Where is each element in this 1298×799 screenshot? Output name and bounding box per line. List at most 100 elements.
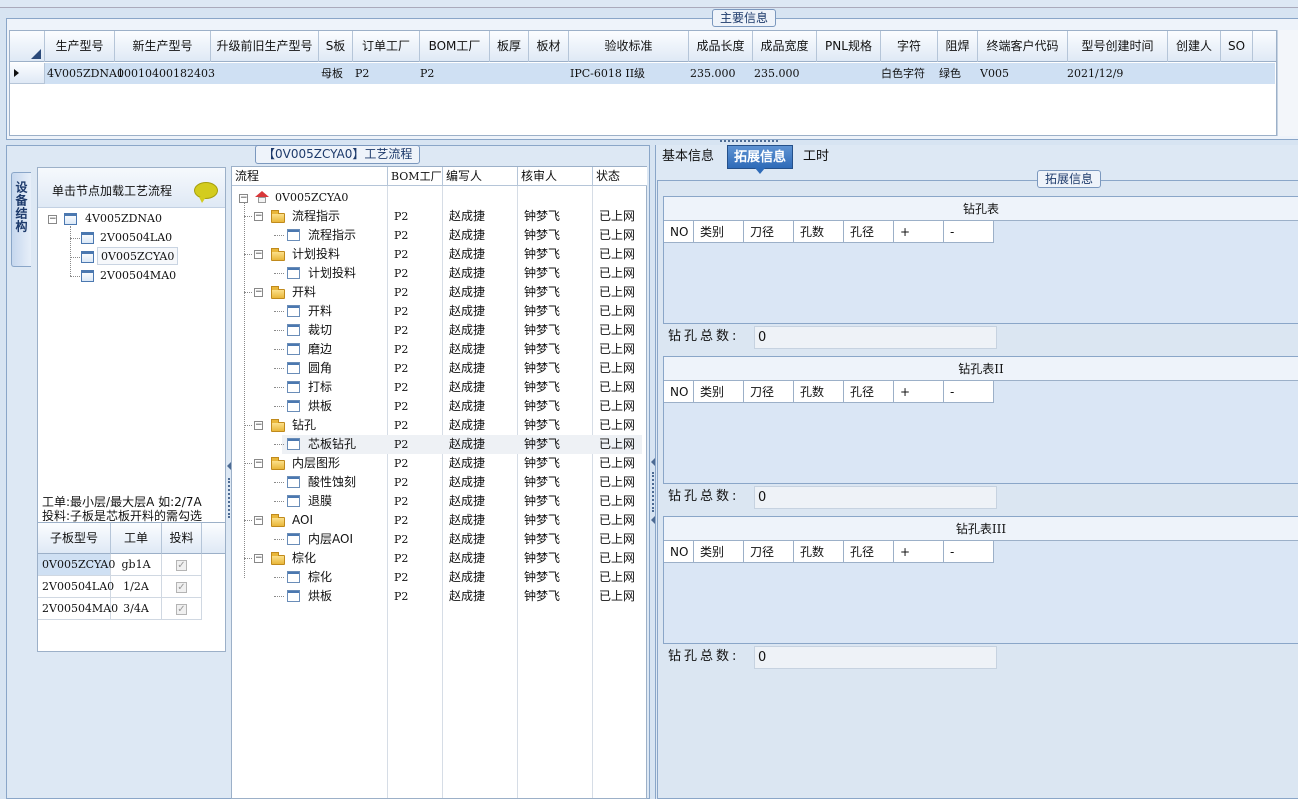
cell-status[interactable]: 已上网 — [599, 530, 635, 549]
cell-bom[interactable]: P2 — [394, 226, 408, 245]
collapse-icon[interactable]: − — [254, 288, 263, 297]
col-creator[interactable]: 创建人 — [1168, 31, 1221, 62]
drill-col-header[interactable]: 孔数 — [794, 541, 844, 563]
cell-bom[interactable]: P2 — [394, 568, 408, 587]
cell-bom[interactable]: P2 — [394, 530, 408, 549]
process-step-group[interactable]: 棕化 — [292, 549, 316, 568]
col-created[interactable]: 型号创建时间 — [1068, 31, 1168, 62]
col-so[interactable]: SO — [1221, 31, 1253, 62]
process-step[interactable]: 烘板 — [308, 587, 332, 606]
process-step[interactable]: 棕化 — [308, 568, 332, 587]
col-mask[interactable]: 阻焊 — [938, 31, 978, 62]
process-step-group[interactable]: 内层图形 — [292, 454, 340, 473]
col-width[interactable]: 成品宽度 — [753, 31, 817, 62]
col-reviewer[interactable]: 核审人 — [518, 167, 593, 186]
cell-status[interactable]: 已上网 — [599, 435, 635, 454]
sub-cell-order[interactable]: gb1A — [111, 554, 162, 576]
tree-node-child[interactable]: 2V00504MA0 — [100, 267, 176, 285]
feed-checkbox[interactable]: ✓ — [176, 560, 187, 571]
col-thickness[interactable]: 板厚 — [490, 31, 529, 62]
cell-writer[interactable]: 赵成捷 — [449, 245, 485, 264]
cell-length[interactable]: 235.000 — [690, 63, 736, 84]
cell-s-board[interactable]: 母板 — [321, 63, 343, 84]
sub-cell-model[interactable]: 2V00504LA0 — [38, 576, 114, 598]
drill-col-header[interactable]: 刀径 — [744, 381, 794, 403]
cell-writer[interactable]: 赵成捷 — [449, 435, 485, 454]
splitter-handle[interactable] — [652, 472, 654, 512]
cell-bom[interactable]: P2 — [394, 340, 408, 359]
drill-col-header[interactable]: 类别 — [694, 541, 744, 563]
col-sub-model[interactable]: 子板型号 — [38, 523, 111, 554]
drill-col-header[interactable]: 刀径 — [744, 541, 794, 563]
process-step[interactable]: 芯板钻孔 — [308, 435, 356, 454]
process-step-group[interactable]: 流程指示 — [292, 207, 340, 226]
speech-bubble-icon[interactable] — [194, 182, 218, 203]
cell-reviewer[interactable]: 钟梦飞 — [524, 207, 560, 226]
cell-reviewer[interactable]: 钟梦飞 — [524, 530, 560, 549]
cell-reviewer[interactable]: 钟梦飞 — [524, 511, 560, 530]
cell-status[interactable]: 已上网 — [599, 302, 635, 321]
collapse-icon[interactable]: − — [254, 421, 263, 430]
drill-total-field[interactable]: 0 — [754, 646, 997, 669]
collapse-icon[interactable]: − — [254, 516, 263, 525]
vtab-device-structure[interactable]: 设备结构 — [11, 172, 31, 267]
cell-writer[interactable]: 赵成捷 — [449, 359, 485, 378]
cell-writer[interactable]: 赵成捷 — [449, 568, 485, 587]
cell-reviewer[interactable]: 钟梦飞 — [524, 397, 560, 416]
cell-bom[interactable]: P2 — [394, 549, 408, 568]
col-writer[interactable]: 编写人 — [443, 167, 518, 186]
cell-bom[interactable]: P2 — [394, 587, 408, 606]
cell-status[interactable]: 已上网 — [599, 549, 635, 568]
cell-writer[interactable]: 赵成捷 — [449, 454, 485, 473]
cell-writer[interactable]: 赵成捷 — [449, 378, 485, 397]
cell-writer[interactable]: 赵成捷 — [449, 492, 485, 511]
col-pnl[interactable]: PNL规格 — [817, 31, 881, 62]
main-grid-scrollbar[interactable] — [1277, 30, 1298, 136]
col-bom-factory[interactable]: BOM工厂 — [420, 31, 490, 62]
process-step[interactable]: 裁切 — [308, 321, 332, 340]
cell-bom[interactable]: P2 — [394, 359, 408, 378]
drill-table[interactable]: 钻孔表II NO 类别 刀径 孔数 孔径 + - — [663, 356, 1298, 484]
cell-status[interactable]: 已上网 — [599, 454, 635, 473]
col-bom[interactable]: BOM工厂 — [388, 167, 443, 186]
col-feed[interactable]: 投料 — [162, 523, 202, 554]
cell-customer[interactable]: V005 — [980, 63, 1009, 84]
cell-writer[interactable]: 赵成捷 — [449, 397, 485, 416]
cell-writer[interactable]: 赵成捷 — [449, 302, 485, 321]
cell-reviewer[interactable]: 钟梦飞 — [524, 226, 560, 245]
tree-node-selected[interactable]: 0V005ZCYA0 — [97, 247, 179, 265]
cell-bom-factory[interactable]: P2 — [420, 63, 434, 84]
drill-total-field[interactable]: 0 — [754, 486, 997, 509]
col-new-model[interactable]: 新生产型号 — [115, 31, 211, 62]
cell-status[interactable]: 已上网 — [599, 226, 635, 245]
cell-reviewer[interactable]: 钟梦飞 — [524, 454, 560, 473]
drill-col-header[interactable]: NO — [664, 541, 694, 563]
cell-bom[interactable]: P2 — [394, 245, 408, 264]
cell-status[interactable]: 已上网 — [599, 568, 635, 587]
drill-col-header[interactable]: 孔径 — [844, 381, 894, 403]
sub-cell-order[interactable]: 1/2A — [111, 576, 162, 598]
cell-reviewer[interactable]: 钟梦飞 — [524, 264, 560, 283]
cell-bom[interactable]: P2 — [394, 283, 408, 302]
process-step[interactable]: 烘板 — [308, 397, 332, 416]
cell-writer[interactable]: 赵成捷 — [449, 264, 485, 283]
drill-col-header[interactable]: - — [944, 221, 994, 243]
col-prod-model[interactable]: 生产型号 — [45, 31, 115, 62]
cell-bom[interactable]: P2 — [394, 473, 408, 492]
drill-col-header[interactable]: + — [894, 221, 944, 243]
process-grid[interactable]: 流程 BOM工厂 编写人 核审人 状态 − 0V005ZCYA0 − 流程指示 P2… — [231, 166, 647, 799]
cell-reviewer[interactable]: 钟梦飞 — [524, 416, 560, 435]
cell-status[interactable]: 已上网 — [599, 283, 635, 302]
col-char[interactable]: 字符 — [881, 31, 938, 62]
main-info-grid[interactable]: 生产型号 新生产型号 升级前旧生产型号 S板 订单工厂 BOM工厂 板厚 板材 … — [9, 30, 1277, 136]
process-step[interactable]: 开料 — [308, 302, 332, 321]
cell-order-factory[interactable]: P2 — [355, 63, 369, 84]
grid-corner[interactable] — [10, 31, 45, 62]
collapse-icon[interactable]: − — [254, 554, 263, 563]
col-material[interactable]: 板材 — [529, 31, 569, 62]
sub-cell-model[interactable]: 2V00504MA0 — [38, 598, 118, 620]
cell-bom[interactable]: P2 — [394, 302, 408, 321]
cell-bom[interactable]: P2 — [394, 321, 408, 340]
cell-reviewer[interactable]: 钟梦飞 — [524, 359, 560, 378]
process-step[interactable]: 磨边 — [308, 340, 332, 359]
